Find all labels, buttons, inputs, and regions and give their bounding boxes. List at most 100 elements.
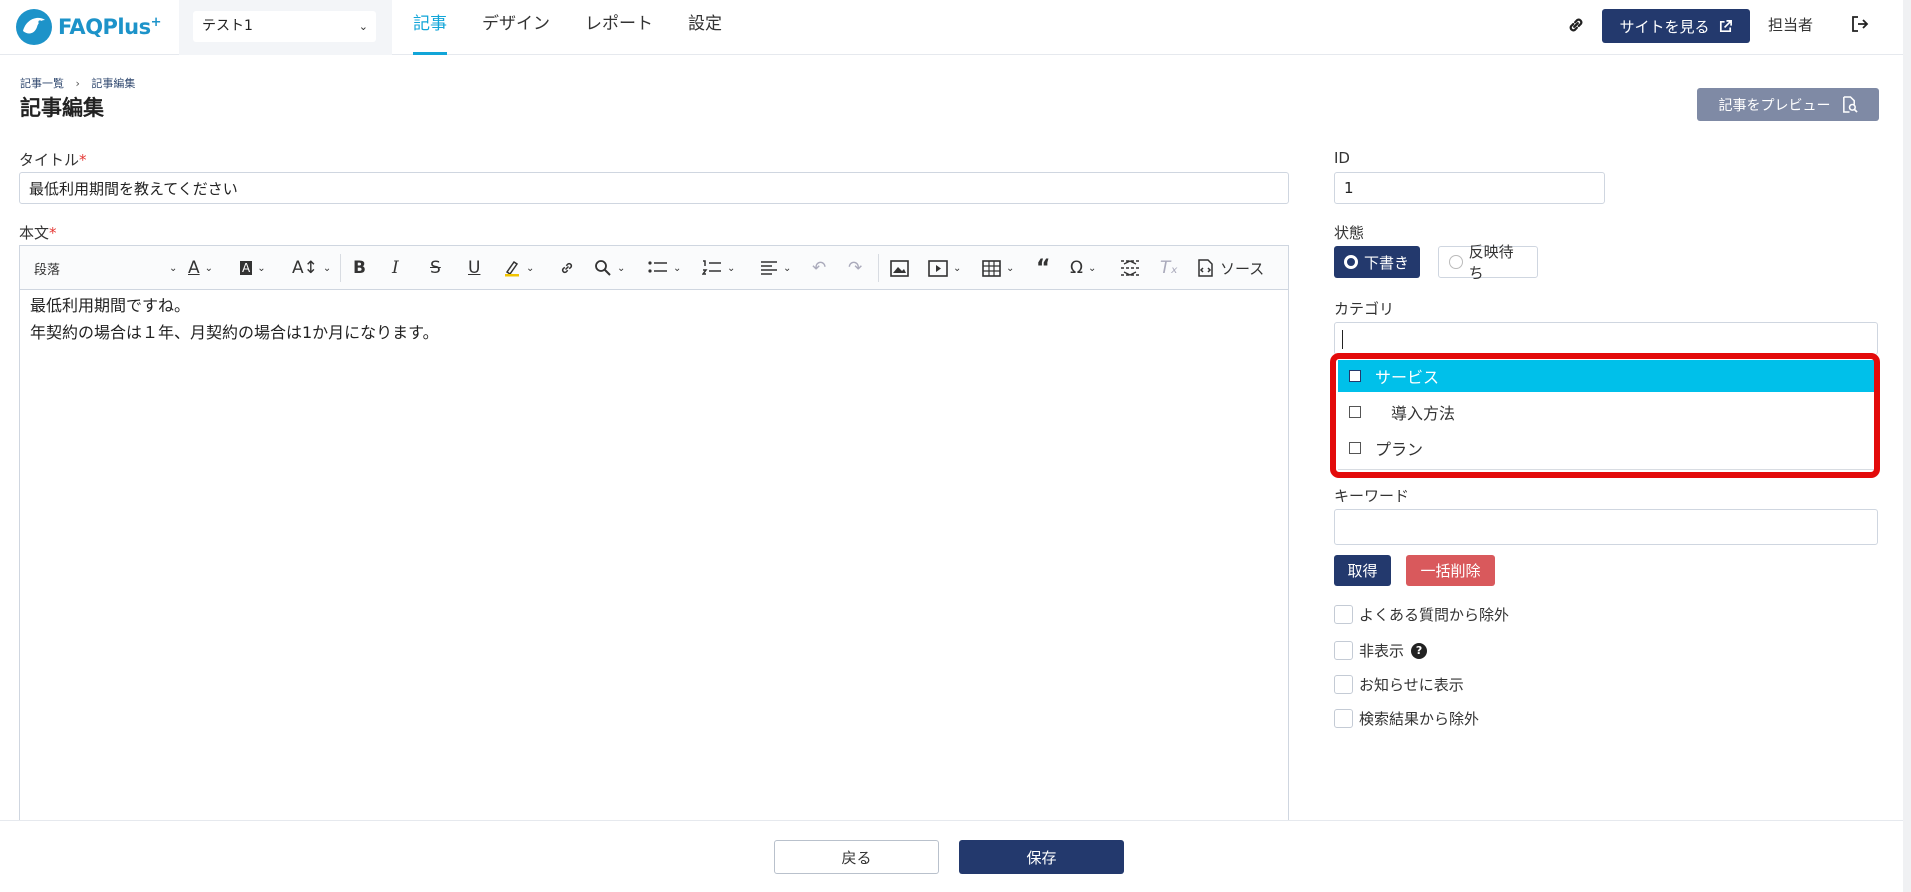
undo-icon[interactable]: ↶	[812, 246, 826, 290]
title-input-value: 最低利用期間を教えてください	[29, 179, 238, 198]
editor-line: 年契約の場合は１年、月契約の場合は1か月になります。	[30, 323, 439, 342]
strikethrough-icon[interactable]: S	[430, 246, 441, 290]
page-scrollbar[interactable]	[1903, 0, 1911, 892]
background-color-button[interactable]: A ⌄	[240, 246, 266, 290]
editor-content[interactable]: 最低利用期間ですね。 年契約の場合は１年、月契約の場合は1か月になります。	[20, 290, 1288, 348]
checkbox-label: お知らせに表示	[1359, 676, 1464, 694]
top-header: FAQPlus+ テスト1 ⌄ 記事 デザイン レポート 設定 サイトを見る 担…	[0, 0, 1911, 55]
tab-reports[interactable]: レポート	[585, 0, 653, 55]
page-title: 記事編集	[20, 96, 104, 120]
category-label: カテゴリ	[1334, 300, 1395, 318]
keyword-input[interactable]	[1334, 509, 1878, 545]
exclude-from-faq-option[interactable]: よくある質問から除外	[1334, 604, 1509, 625]
view-site-label: サイトを見る	[1619, 17, 1710, 36]
underline-icon[interactable]: U	[468, 246, 480, 290]
radio-selected-icon	[1344, 255, 1358, 269]
media-icon	[928, 259, 948, 277]
tab-articles[interactable]: 記事	[413, 0, 447, 55]
find-replace-icon	[595, 260, 611, 276]
text-cursor	[1342, 330, 1343, 349]
breadcrumb: 記事一覧 › 記事編集	[20, 75, 135, 91]
owner-menu[interactable]: 担当者	[1768, 14, 1813, 35]
preview-label: 記事をプレビュー	[1718, 97, 1831, 114]
breadcrumb-separator: ›	[75, 77, 80, 90]
external-link-icon	[1719, 19, 1732, 32]
checkbox[interactable]	[1334, 641, 1353, 660]
view-site-button[interactable]: サイトを見る	[1602, 9, 1750, 43]
exclude-from-search-option[interactable]: 検索結果から除外	[1334, 708, 1479, 729]
tab-design[interactable]: デザイン	[482, 0, 550, 55]
id-input[interactable]: 1	[1334, 172, 1605, 204]
background-color-icon: A	[240, 261, 253, 275]
back-button[interactable]: 戻る	[774, 840, 939, 874]
numbered-list-icon	[702, 260, 721, 275]
toolbar-divider	[340, 254, 341, 282]
checkbox[interactable]	[1334, 709, 1353, 728]
numbered-list-button[interactable]: ⌄	[702, 246, 735, 290]
remove-format-icon[interactable]: Tₓ	[1160, 246, 1178, 290]
title-label: タイトル*	[19, 151, 87, 169]
source-label: ソース	[1220, 259, 1265, 278]
font-size-icon: A↕	[292, 258, 318, 278]
keyword-label: キーワード	[1334, 487, 1410, 505]
status-pending-label: 反映待ち	[1468, 243, 1514, 282]
status-draft-label: 下書き	[1364, 253, 1410, 272]
breadcrumb-article-list[interactable]: 記事一覧	[20, 77, 64, 90]
title-input[interactable]: 最低利用期間を教えてください	[19, 172, 1289, 204]
chevron-down-icon: ⌄	[358, 20, 368, 33]
page-break-icon[interactable]	[1120, 246, 1140, 290]
document-search-icon	[1842, 96, 1858, 113]
main-nav: 記事 デザイン レポート 設定	[413, 0, 757, 55]
blockquote-icon[interactable]: “	[1036, 246, 1050, 290]
hidden-option[interactable]: 非表示 ?	[1334, 640, 1428, 661]
text-align-button[interactable]: ⌄	[760, 246, 791, 290]
link-icon[interactable]	[1565, 14, 1587, 36]
insert-link-icon[interactable]	[558, 246, 576, 290]
font-size-button[interactable]: A↕ ⌄	[292, 246, 331, 290]
logo[interactable]: FAQPlus+	[14, 4, 164, 50]
preview-button[interactable]: 記事をプレビュー	[1697, 88, 1879, 121]
dolphin-logo-icon	[16, 9, 52, 45]
status-draft-option[interactable]: 下書き	[1334, 246, 1420, 278]
rich-text-editor: 段落 ⌄ A ⌄ A ⌄ A↕ ⌄ B I S U ⌄ ⌄ ⌄ ⌄ ⌄ ↶ ↷ …	[19, 245, 1289, 845]
checkbox-label: よくある質問から除外	[1359, 606, 1510, 624]
checkbox-label: 非表示	[1359, 642, 1405, 660]
checkbox[interactable]	[1334, 675, 1353, 694]
tab-settings[interactable]: 設定	[688, 0, 722, 55]
id-label: ID	[1334, 149, 1350, 167]
breadcrumb-article-edit[interactable]: 記事編集	[91, 77, 135, 90]
bold-icon[interactable]: B	[353, 246, 366, 290]
special-characters-button[interactable]: Ω ⌄	[1070, 246, 1096, 290]
redo-icon[interactable]: ↷	[848, 246, 862, 290]
source-code-icon	[1198, 259, 1213, 277]
insert-image-icon[interactable]	[890, 246, 909, 290]
help-icon[interactable]: ?	[1411, 642, 1428, 659]
highlight-button[interactable]: ⌄	[503, 246, 534, 290]
bulleted-list-button[interactable]: ⌄	[648, 246, 681, 290]
font-color-button[interactable]: A ⌄	[188, 246, 213, 290]
status-label: 状態	[1334, 224, 1365, 242]
get-keywords-button[interactable]: 取得	[1334, 555, 1391, 586]
checkbox-label: 検索結果から除外	[1359, 710, 1480, 728]
checkbox[interactable]	[1334, 605, 1353, 624]
highlighter-icon	[505, 260, 519, 277]
radio-unselected-icon	[1449, 255, 1463, 269]
category-search-input[interactable]	[1334, 322, 1878, 355]
omega-icon: Ω	[1070, 258, 1083, 278]
id-input-value: 1	[1344, 179, 1354, 197]
italic-icon[interactable]: I	[392, 246, 399, 290]
status-pending-option[interactable]: 反映待ち	[1438, 243, 1538, 282]
source-button[interactable]: ソース	[1196, 246, 1264, 290]
logout-icon[interactable]	[1850, 14, 1870, 34]
site-select[interactable]: テスト1 ⌄	[193, 11, 376, 42]
insert-media-button[interactable]: ⌄	[928, 246, 961, 290]
find-replace-button[interactable]: ⌄	[594, 246, 625, 290]
delete-all-keywords-button[interactable]: 一括削除	[1406, 555, 1495, 586]
toolbar-divider	[878, 254, 879, 282]
chevron-down-icon: ⌄	[169, 262, 178, 274]
save-button[interactable]: 保存	[959, 840, 1124, 874]
insert-table-button[interactable]: ⌄	[982, 246, 1014, 290]
paragraph-style-dropdown[interactable]: 段落 ⌄	[34, 246, 184, 290]
show-in-news-option[interactable]: お知らせに表示	[1334, 674, 1464, 695]
annotation-highlight-box	[1330, 353, 1880, 478]
